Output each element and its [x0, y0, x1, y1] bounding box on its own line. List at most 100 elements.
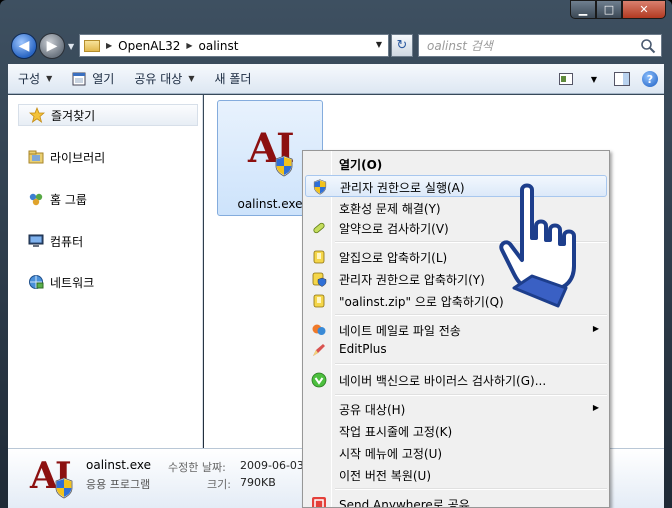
chevron-down-icon: ▼ — [590, 74, 598, 84]
view-options-dropdown[interactable]: ▼ — [580, 68, 608, 90]
folder-icon — [84, 39, 100, 52]
chevron-down-icon: ▼ — [46, 74, 53, 83]
homegroup-icon — [29, 193, 43, 206]
maximize-button[interactable]: □ — [596, 0, 622, 19]
alyac-pill-icon — [313, 222, 325, 234]
sidebar-item-label: 컴퓨터 — [50, 234, 84, 249]
details-date-label: 수정한 날짜: — [168, 461, 226, 474]
menu-item-pin-to-taskbar[interactable]: 작업 표시줄에 고정(K) — [305, 420, 607, 442]
menu-separator — [335, 314, 607, 316]
sidebar-item-label: 즐겨찾기 — [51, 108, 96, 123]
navigation-bar: ◀ ▶ ▼ ▶ OpenAL32 ▶ oalinst ▼ ↻ oalinst 검… — [0, 30, 672, 62]
details-file-name: oalinst.exe — [86, 458, 152, 472]
menu-item-send-anywhere[interactable]: Send Anywhere로 공유 — [305, 493, 607, 508]
menu-separator — [335, 363, 607, 365]
forward-button[interactable]: ▶ — [39, 33, 65, 59]
menu-item-label: 관리자 권한으로 압축하기(Y) — [339, 273, 485, 287]
view-icon — [559, 73, 573, 85]
change-view-button[interactable] — [552, 68, 580, 90]
open-label: 열기 — [92, 72, 115, 86]
share-label: 공유 대상 — [134, 72, 183, 86]
preview-pane-button[interactable] — [608, 68, 636, 90]
sidebar-item-libraries[interactable]: 라이브러리 — [8, 146, 105, 168]
details-file-type: 응용 프로그램 — [86, 478, 151, 491]
view-controls: ▼ ? — [552, 64, 664, 94]
menu-item-label: Send Anywhere로 공유 — [339, 498, 470, 508]
menu-item-pin-to-start-menu[interactable]: 시작 메뉴에 고정(U) — [305, 442, 607, 464]
menu-item-label: 알집으로 압축하기(L) — [339, 251, 448, 265]
preview-pane-icon — [614, 72, 630, 86]
menu-item-label: EditPlus — [339, 342, 387, 356]
sidebar-item-homegroup[interactable]: 홈 그룹 — [8, 188, 87, 210]
uac-shield-icon — [313, 179, 327, 195]
sidebar-item-label: 홈 그룹 — [50, 192, 87, 207]
computer-icon — [28, 234, 44, 247]
sidebar-item-label: 라이브러리 — [50, 150, 106, 165]
menu-item-label: 알약으로 검사하기(V) — [339, 222, 449, 236]
sidebar-item-label: 네트워크 — [50, 275, 95, 290]
menu-item-nate-mail-send[interactable]: 네이트 메일로 파일 전송 ▶ — [305, 319, 607, 341]
menu-item-label: 네이버 백신으로 바이러스 검사하기(G)... — [339, 374, 547, 388]
editplus-icon — [313, 344, 325, 356]
menu-separator — [335, 488, 607, 490]
send-anywhere-icon — [312, 497, 326, 507]
explorer-window: ▁ □ ✕ ◀ ▶ ▼ ▶ OpenAL32 ▶ oalinst ▼ ↻ oal… — [0, 0, 672, 508]
details-size-label: 크기: — [207, 478, 231, 491]
refresh-button[interactable]: ↻ — [391, 34, 413, 57]
menu-item-label: 열기(O) — [339, 158, 383, 172]
organize-menu-button[interactable]: 구성 ▼ — [8, 64, 62, 93]
menu-item-label: 시작 메뉴에 고정(U) — [339, 447, 443, 461]
submenu-arrow-icon: ▶ — [592, 403, 599, 412]
submenu-arrow-icon: ▶ — [592, 324, 599, 333]
nate-mail-icon — [312, 324, 326, 335]
naver-vaccine-icon — [311, 372, 327, 388]
menu-item-label: 공유 대상(H) — [339, 403, 406, 417]
search-input[interactable]: oalinst 검색 — [418, 34, 662, 57]
chevron-down-icon: ▼ — [188, 74, 195, 83]
search-icon[interactable] — [640, 38, 656, 54]
help-button[interactable]: ? — [636, 68, 664, 90]
sidebar-item-computer[interactable]: 컴퓨터 — [8, 230, 83, 252]
command-bar: 구성 ▼ 열기 공유 대상 ▼ 새 폴더 ▼ ? — [8, 64, 664, 94]
pointing-hand-icon — [499, 183, 576, 308]
menu-item-label: 호환성 문제 해결(Y) — [339, 202, 441, 216]
new-folder-button[interactable]: 새 폴더 — [204, 64, 261, 93]
alzip-icon — [313, 294, 325, 308]
navigation-pane: 즐겨찾기 라이브러리 홈 그룹 컴퓨터 네트워크 — [8, 95, 203, 448]
alzip-icon — [313, 250, 325, 264]
menu-item-restore-previous-versions[interactable]: 이전 버전 복원(U) — [305, 464, 607, 486]
search-placeholder: oalinst 검색 — [427, 39, 493, 53]
alzip-shield-icon — [312, 272, 327, 287]
minimize-button[interactable]: ▁ — [570, 0, 596, 19]
menu-separator — [335, 394, 607, 396]
menu-item-label: 작업 표시줄에 고정(K) — [339, 425, 453, 439]
close-button[interactable]: ✕ — [622, 0, 666, 19]
menu-item-label: 관리자 권한으로 실행(A) — [340, 181, 465, 195]
share-with-button[interactable]: 공유 대상 ▼ — [124, 64, 204, 93]
uac-shield-icon — [55, 477, 73, 499]
new-folder-label: 새 폴더 — [214, 72, 252, 86]
menu-item-open[interactable]: 열기(O) — [305, 153, 607, 175]
organize-label: 구성 — [18, 72, 41, 86]
sidebar-item-network[interactable]: 네트워크 — [8, 271, 94, 293]
menu-item-editplus[interactable]: EditPlus — [305, 339, 607, 361]
chevron-right-icon[interactable]: ▶ — [186, 41, 192, 50]
open-button[interactable]: 열기 — [62, 64, 124, 93]
details-date-value: 2009-06-03 — [240, 459, 304, 472]
address-dropdown-icon[interactable]: ▼ — [376, 40, 382, 49]
sidebar-item-favorites[interactable]: 즐겨찾기 — [18, 104, 198, 126]
breadcrumb-openal32[interactable]: OpenAL32 — [118, 39, 180, 53]
back-button[interactable]: ◀ — [11, 33, 37, 59]
star-icon — [29, 107, 45, 123]
address-bar[interactable]: ▶ OpenAL32 ▶ oalinst ▼ — [79, 34, 389, 57]
caption-buttons: ▁ □ ✕ — [570, 0, 666, 19]
application-icon — [72, 72, 86, 85]
breadcrumb-oalinst[interactable]: oalinst — [199, 39, 239, 53]
menu-item-naver-vaccine-scan[interactable]: 네이버 백신으로 바이러스 검사하기(G)... — [305, 369, 607, 391]
menu-item-label: 이전 버전 복원(U) — [339, 469, 432, 483]
chevron-right-icon[interactable]: ▶ — [106, 41, 112, 50]
menu-item-label: 네이트 메일로 파일 전송 — [339, 324, 461, 338]
menu-item-share-with[interactable]: 공유 대상(H) ▶ — [305, 398, 607, 420]
recent-pages-dropdown-icon[interactable]: ▼ — [68, 42, 74, 51]
network-icon — [29, 275, 44, 289]
